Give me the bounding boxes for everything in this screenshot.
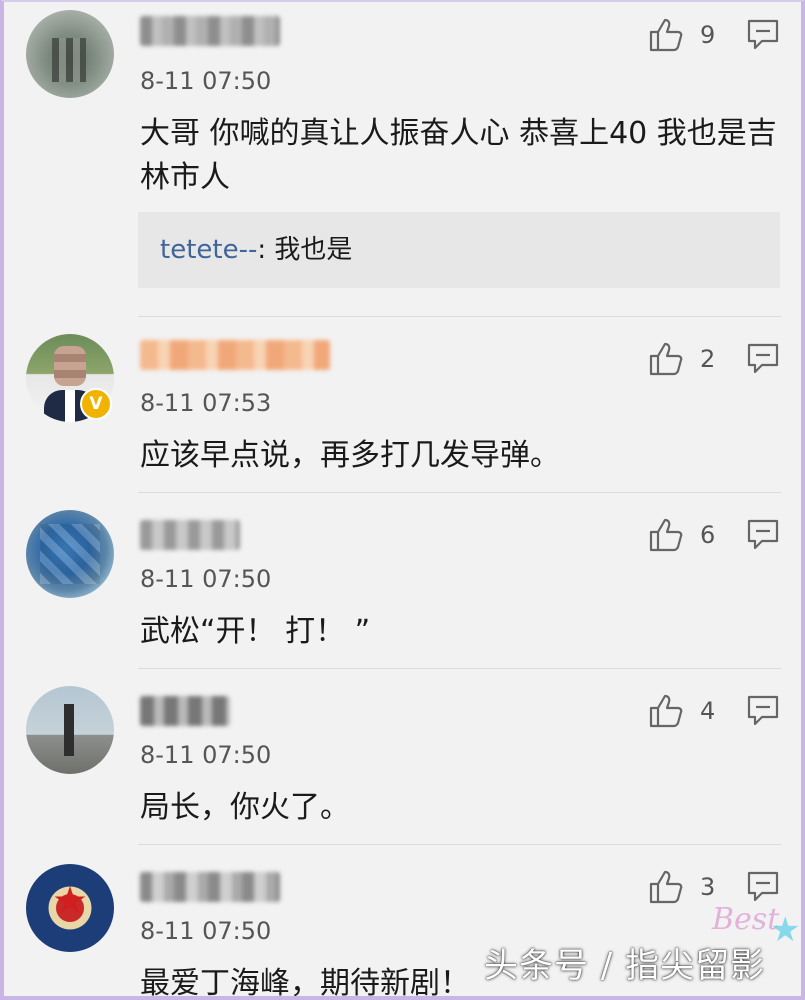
reply-text-line: tetete--: 我也是	[160, 232, 352, 268]
comment-text: 武松“开！ 打！ ”	[140, 614, 371, 649]
comment-text: 应该早点说，再多打几发导弹。	[140, 438, 560, 473]
like-count: 2	[700, 345, 716, 373]
thumbs-up-icon	[649, 342, 683, 376]
comment-bubble-icon[interactable]	[746, 694, 780, 726]
like-count: 6	[700, 521, 716, 549]
reply-text: 我也是	[274, 235, 353, 265]
username-blurred[interactable]	[140, 520, 240, 550]
watermark: 头条号 / 指尖留影	[484, 946, 766, 986]
thumbs-up-icon	[649, 694, 683, 728]
comment-bubble-icon[interactable]	[746, 18, 780, 50]
username-blurred[interactable]	[140, 696, 230, 726]
comment-bubble-icon[interactable]	[746, 342, 780, 374]
verified-badge: V	[80, 388, 112, 420]
avatar[interactable]	[26, 510, 114, 598]
comment-text: 局长，你火了。	[140, 790, 350, 825]
comment-item: V 2 8-11 07:53 应该早点说，再多打几发导弹。	[0, 316, 805, 492]
like-button[interactable]: 4	[648, 692, 728, 732]
like-count: 9	[700, 21, 716, 49]
star-icon: ★	[770, 910, 801, 950]
avatar[interactable]	[26, 864, 114, 952]
username-blurred[interactable]	[140, 16, 280, 46]
comment-item: 9 8-11 07:50 大哥 你喊的真让人振奋人心 恭喜上40 我也是吉林市人…	[0, 0, 805, 316]
reply-username[interactable]: tetete--	[160, 235, 257, 265]
comment-time: 8-11 07:53	[140, 389, 272, 417]
thumbs-up-icon	[649, 870, 683, 904]
comment-time: 8-11 07:50	[140, 741, 272, 769]
comment-item: 6 8-11 07:50 武松“开！ 打！ ”	[0, 492, 805, 668]
like-button[interactable]: 2	[648, 340, 728, 380]
like-count: 4	[700, 697, 716, 725]
avatar[interactable]	[26, 10, 114, 98]
comment-time: 8-11 07:50	[140, 67, 272, 95]
reply-preview[interactable]: tetete--: 我也是	[138, 212, 780, 288]
reply-separator: :	[257, 235, 275, 265]
comment-text: 大哥 你喊的真让人振奋人心 恭喜上40 我也是吉林市人	[140, 116, 777, 195]
thumbs-up-icon	[649, 518, 683, 552]
comment-bubble-icon[interactable]	[746, 870, 780, 902]
like-button[interactable]: 9	[648, 16, 728, 56]
comment-time: 8-11 07:50	[140, 565, 272, 593]
username-blurred[interactable]	[140, 872, 280, 902]
like-button[interactable]: 6	[648, 516, 728, 556]
username-blurred[interactable]	[140, 340, 330, 370]
thumbs-up-icon	[649, 18, 683, 52]
comment-bubble-icon[interactable]	[746, 518, 780, 550]
comment-item: 4 8-11 07:50 局长，你火了。	[0, 668, 805, 844]
comment-time: 8-11 07:50	[140, 917, 272, 945]
avatar[interactable]	[26, 686, 114, 774]
like-count: 3	[700, 873, 716, 901]
